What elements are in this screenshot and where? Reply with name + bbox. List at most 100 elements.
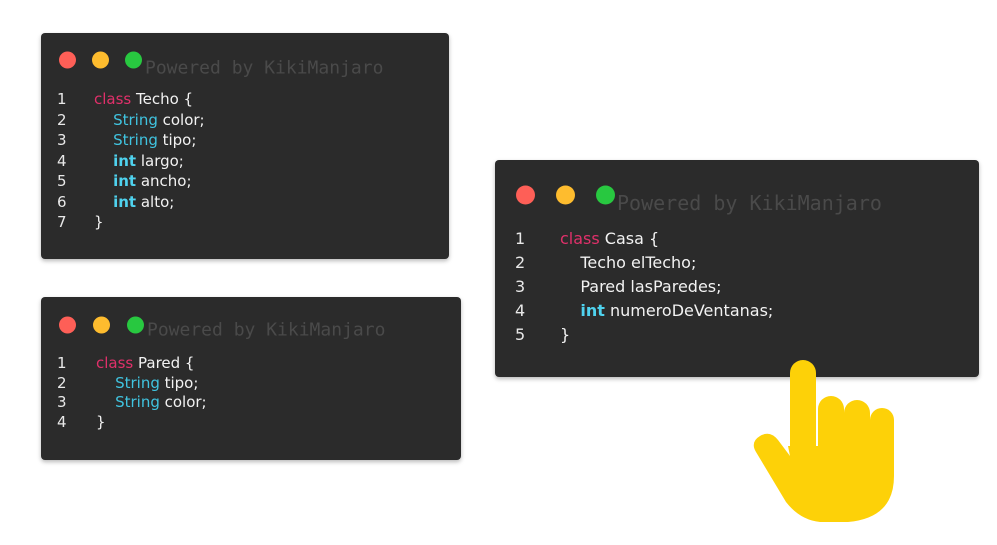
- code-text: String tipo;: [96, 374, 198, 394]
- close-dot-icon: [59, 51, 76, 69]
- primitive-token: int: [580, 301, 605, 320]
- code-line: 4 int largo;: [57, 151, 437, 172]
- code-block: 1 class Casa {2 Techo elTecho; 3 Pared las…: [515, 227, 965, 347]
- plain-token: ancho;: [136, 172, 192, 190]
- keyword-token: class: [560, 229, 600, 248]
- plain-token: tipo;: [159, 373, 199, 392]
- type-token: String: [113, 110, 158, 129]
- plain-token: Casa {: [599, 229, 660, 248]
- primitive-token: int: [113, 151, 137, 170]
- code-text: }: [560, 323, 570, 347]
- line-number: 3: [57, 393, 67, 411]
- code-line: 2 String color;: [57, 110, 437, 131]
- window-titlebar: Powered by KikiManjaro: [41, 297, 461, 341]
- code-text: String color;: [96, 393, 207, 413]
- code-text: int largo;: [94, 151, 184, 172]
- code-line: 4}: [57, 413, 447, 433]
- type-token: String: [115, 373, 160, 392]
- plain-token: }: [96, 412, 106, 431]
- code-window-pared: Powered by KikiManjaro 1 class Pared {2 S…: [41, 297, 461, 460]
- close-dot-icon: [59, 316, 76, 334]
- line-number: 7: [57, 213, 67, 231]
- code-block: 1 class Pared {2 String tipo; 3 String col…: [57, 354, 447, 432]
- plain-token: Techo elTecho;: [560, 253, 697, 272]
- minimize-dot-icon: [556, 185, 575, 205]
- line-number: 3: [57, 131, 67, 149]
- code-line: 3 Pared lasParedes;: [515, 275, 965, 299]
- line-number: 1: [515, 229, 526, 248]
- plain-token: alto;: [136, 192, 175, 211]
- plain-token: numeroDeVentanas;: [604, 301, 774, 320]
- plain-token: largo;: [136, 151, 184, 170]
- line-number: 1: [57, 354, 67, 372]
- code-text: class Techo {: [94, 89, 193, 110]
- code-text: class Pared {: [96, 354, 194, 374]
- line-number: 4: [57, 412, 67, 431]
- code-text: }: [96, 413, 106, 433]
- code-line: 5 int ancho;: [57, 171, 437, 192]
- plain-token: }: [94, 213, 104, 231]
- code-line: 1 class Techo {: [57, 89, 437, 110]
- code-line: 7}: [57, 212, 437, 233]
- line-number: 2: [57, 373, 67, 392]
- primitive-token: int: [113, 172, 137, 190]
- plain-token: tipo;: [157, 131, 197, 149]
- code-text: }: [94, 212, 104, 233]
- window-titlebar: Powered by KikiManjaro: [495, 160, 979, 215]
- watermark-text: Powered by KikiManjaro: [617, 191, 882, 215]
- code-line: 4 int numeroDeVentanas;: [515, 299, 965, 323]
- line-number: 2: [57, 110, 67, 129]
- plain-token: color;: [157, 110, 205, 129]
- close-dot-icon: [516, 185, 535, 205]
- keyword-token: class: [94, 90, 132, 108]
- plain-token: Pared {: [133, 354, 195, 372]
- line-number: 5: [515, 325, 526, 344]
- pointing-hand-icon: [753, 360, 894, 522]
- watermark-text: Powered by KikiManjaro: [145, 57, 384, 79]
- type-token: String: [115, 393, 160, 411]
- line-number: 4: [57, 151, 67, 170]
- code-line: 1 class Casa {: [515, 227, 965, 251]
- code-text: Techo elTecho;: [560, 251, 696, 275]
- code-window-casa: Powered by KikiManjaro 1 class Casa {2 Te…: [495, 160, 979, 377]
- keyword-token: class: [96, 354, 134, 372]
- code-line: 6 int alto;: [57, 192, 437, 213]
- line-number: 1: [57, 90, 67, 108]
- code-line: 3 String color;: [57, 393, 447, 413]
- code-line: 3 String tipo;: [57, 130, 437, 151]
- code-text: int ancho;: [94, 171, 192, 192]
- code-text: String color;: [94, 110, 205, 131]
- plain-token: }: [560, 325, 571, 344]
- code-line: 5}: [515, 323, 965, 347]
- code-text: class Casa {: [560, 227, 659, 251]
- code-text: String tipo;: [94, 130, 196, 151]
- code-text: int numeroDeVentanas;: [560, 299, 773, 323]
- line-number: 6: [57, 192, 67, 211]
- code-text: int alto;: [94, 192, 174, 213]
- line-number: 5: [57, 172, 67, 190]
- line-number: 3: [515, 277, 526, 296]
- code-block: 1 class Techo {2 String color; 3 String ti…: [57, 89, 437, 233]
- maximize-dot-icon: [127, 316, 144, 334]
- code-line: 2 Techo elTecho;: [515, 251, 965, 275]
- plain-token: Pared lasParedes;: [560, 277, 722, 296]
- maximize-dot-icon: [596, 185, 615, 205]
- window-titlebar: Powered by KikiManjaro: [41, 33, 449, 93]
- line-number: 2: [515, 253, 526, 272]
- code-window-techo: Powered by KikiManjaro 1 class Techo {2 S…: [41, 33, 449, 259]
- code-line: 2 String tipo;: [57, 374, 447, 394]
- minimize-dot-icon: [93, 316, 110, 334]
- primitive-token: int: [113, 192, 137, 211]
- code-text: Pared lasParedes;: [560, 275, 722, 299]
- maximize-dot-icon: [125, 51, 142, 69]
- code-line: 1 class Pared {: [57, 354, 447, 374]
- plain-token: color;: [159, 393, 207, 411]
- type-token: String: [113, 131, 158, 149]
